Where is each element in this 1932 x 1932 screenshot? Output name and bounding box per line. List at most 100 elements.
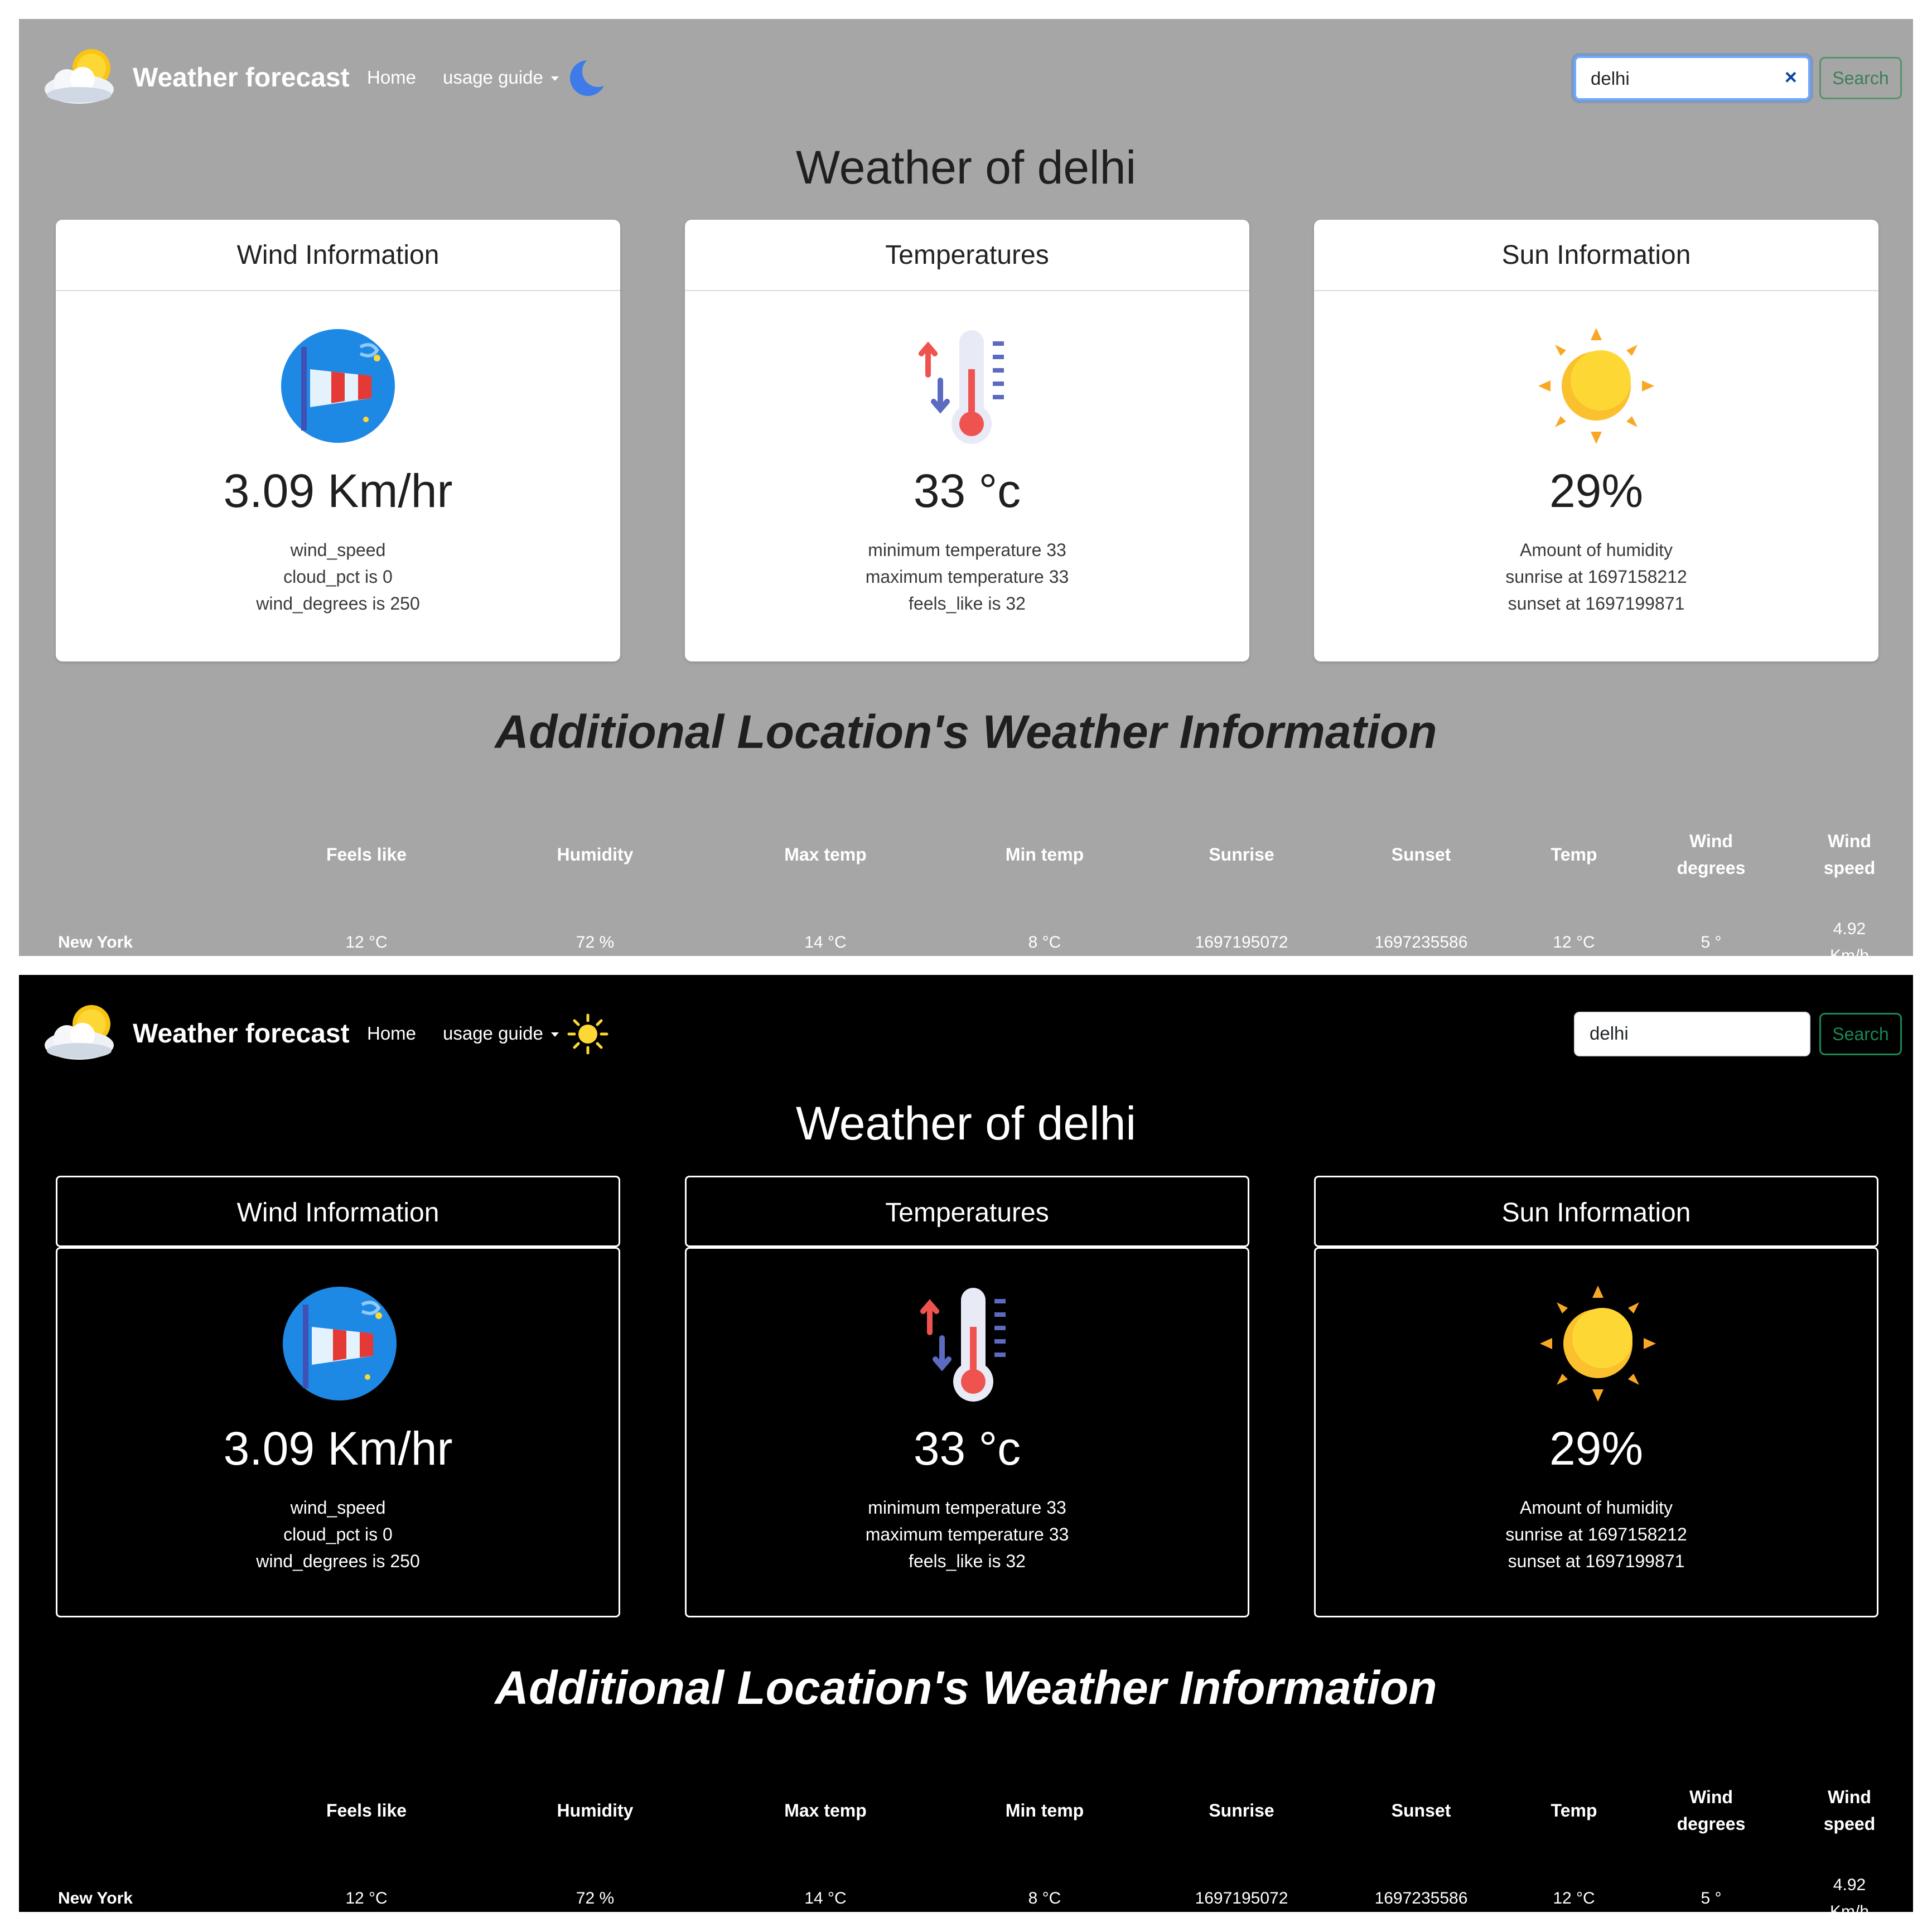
thermometer-icon [919, 330, 1004, 444]
nav-usage-guide-dropdown[interactable]: usage guide [443, 67, 559, 88]
sun-detail-line: Amount of humidity [1520, 1498, 1673, 1518]
cell-wind-speed: 4.92 Km/h [1783, 916, 1913, 956]
column-header-min-temp: Min temp [1005, 1800, 1084, 1820]
cell-city: New York [58, 1889, 133, 1907]
wind-card: Wind Information 3.09 Km/hr wind_speed c… [56, 1176, 620, 1617]
caret-down-icon [550, 1032, 559, 1037]
temperature-value: 33 °c [913, 465, 1021, 517]
temperature-card-body: 33 °c minimum temperature 33 maximum tem… [685, 291, 1249, 661]
thermometer-icon [920, 1288, 1006, 1402]
clear-search-icon[interactable]: × [1785, 66, 1797, 90]
column-header-wind-degrees: Wind degrees [1644, 828, 1778, 881]
column-header-sunset: Sunset [1391, 1800, 1451, 1820]
temperature-card-header: Temperatures [685, 1176, 1249, 1247]
temperature-value: 33 °c [913, 1422, 1021, 1475]
usage-guide-label: usage guide [443, 1023, 543, 1044]
cell-humidity: 72 % [576, 1889, 615, 1907]
column-header-max-temp: Max temp [784, 1800, 867, 1820]
column-header-wind-speed: Wind speed [1783, 1784, 1913, 1837]
header-line: Wind [1689, 1787, 1733, 1807]
humidity-value: 29% [1549, 465, 1644, 517]
temperature-detail-line: maximum temperature 33 [865, 567, 1069, 587]
cell-max-temp: 14 °C [804, 1889, 847, 1907]
wind-card-body: 3.09 Km/hr wind_speed cloud_pct is 0 win… [56, 1247, 620, 1617]
wind-detail-line: wind_degrees is 250 [256, 593, 420, 614]
nav-home-link[interactable]: Home [367, 67, 416, 88]
wind-speed-value: 3.09 Km/hr [223, 465, 453, 517]
sun-card-header: Sun Information [1314, 1176, 1878, 1247]
sun-details: Amount of humidity sunrise at 1697158212… [1316, 1494, 1877, 1574]
sun-card-body: 29% Amount of humidity sunrise at 169715… [1314, 291, 1878, 661]
nav-usage-guide-dropdown[interactable]: usage guide [443, 1023, 559, 1044]
wind-speed-value: 3.09 Km/hr [223, 1422, 453, 1475]
header-line: Wind [1828, 831, 1871, 851]
additional-info-title: Additional Location's Weather Informatio… [495, 706, 1437, 758]
column-header-max-temp: Max temp [784, 844, 867, 864]
moon-icon[interactable] [566, 56, 610, 100]
wind-detail-line: wind_speed [290, 1498, 386, 1518]
wind-card-header: Wind Information [56, 1176, 620, 1247]
page-title: Weather of delhi [795, 1097, 1137, 1149]
temperature-detail-line: maximum temperature 33 [865, 1524, 1069, 1544]
cell-feels-like: 12 °C [345, 933, 388, 951]
column-header-humidity: Humidity [557, 1800, 634, 1820]
nav-home-link[interactable]: Home [367, 1023, 416, 1044]
cell-wind-speed: 4.92 Km/h [1783, 1872, 1913, 1912]
weather-logo-icon[interactable] [40, 41, 124, 114]
light-theme-screenshot: Weather forecast Home usage guide × Sear… [19, 19, 1913, 956]
temperature-detail-line: feels_like is 32 [909, 593, 1026, 614]
sun-detail-line: sunrise at 1697158212 [1505, 1524, 1687, 1544]
search-button[interactable]: Search [1819, 57, 1902, 99]
cell-line: 4.92 [1833, 1876, 1866, 1894]
wind-detail-line: wind_speed [290, 540, 386, 560]
temperature-card-body: 33 °c minimum temperature 33 maximum tem… [685, 1247, 1249, 1617]
cell-line: 4.92 [1833, 920, 1866, 938]
column-header-feels-like: Feels like [326, 1800, 407, 1820]
sun-card-body: 29% Amount of humidity sunrise at 169715… [1314, 1247, 1878, 1617]
page-title: Weather of delhi [795, 141, 1137, 194]
sun-detail-line: Amount of humidity [1520, 540, 1673, 560]
sun-card: Sun Information 29% Amount of humidity s… [1314, 1176, 1878, 1617]
sun-card: Sun Information 29% Amount of humidity s… [1314, 220, 1878, 661]
cell-sunset: 1697235586 [1374, 933, 1468, 951]
weather-logo-icon[interactable] [40, 997, 124, 1070]
search-input[interactable] [1590, 58, 1770, 99]
sun-card-header: Sun Information [1314, 220, 1878, 291]
temperature-details: minimum temperature 33 maximum temperatu… [685, 537, 1249, 617]
usage-guide-label: usage guide [443, 67, 543, 88]
navbar: Weather forecast Home usage guide Search [19, 975, 1913, 1086]
column-header-sunrise: Sunrise [1209, 844, 1274, 864]
wind-details: wind_speed cloud_pct is 0 wind_degrees i… [56, 537, 620, 617]
cell-humidity: 72 % [576, 933, 615, 951]
additional-info-title: Additional Location's Weather Informatio… [495, 1661, 1437, 1714]
search-field[interactable]: × [1574, 56, 1810, 100]
column-header-wind-degrees: Wind degrees [1644, 1784, 1778, 1837]
brand-title[interactable]: Weather forecast [133, 1018, 350, 1049]
wind-detail-line: wind_degrees is 250 [256, 1551, 420, 1571]
sun-details: Amount of humidity sunrise at 1697158212… [1314, 537, 1878, 617]
temperature-details: minimum temperature 33 maximum temperatu… [687, 1494, 1248, 1574]
sun-icon [1538, 328, 1654, 444]
brand-title[interactable]: Weather forecast [133, 62, 350, 93]
cell-line: Km/h [1829, 1902, 1870, 1912]
sun-icon [1540, 1286, 1656, 1402]
wind-card-header: Wind Information [56, 220, 620, 291]
search-input[interactable] [1588, 1013, 1769, 1054]
cell-min-temp: 8 °C [1028, 933, 1061, 951]
dark-theme-screenshot: Weather forecast Home usage guide Search… [19, 975, 1913, 1912]
header-line: speed [1823, 1814, 1876, 1834]
navbar: Weather forecast Home usage guide × Sear… [19, 19, 1913, 131]
sun-icon[interactable] [566, 1012, 610, 1056]
header-line: degrees [1677, 1814, 1746, 1834]
search-field[interactable] [1574, 1012, 1810, 1056]
header-line: degrees [1677, 858, 1746, 878]
sun-detail-line: sunset at 1697199871 [1508, 1551, 1685, 1571]
temperature-detail-line: feels_like is 32 [909, 1551, 1026, 1571]
temperature-card-header: Temperatures [685, 220, 1249, 291]
cell-sunrise: 1697195072 [1195, 933, 1288, 951]
search-button[interactable]: Search [1819, 1013, 1902, 1055]
windsock-icon [283, 1287, 397, 1400]
column-header-wind-speed: Wind speed [1783, 828, 1913, 881]
wind-details: wind_speed cloud_pct is 0 wind_degrees i… [57, 1494, 619, 1574]
humidity-value: 29% [1549, 1422, 1644, 1475]
